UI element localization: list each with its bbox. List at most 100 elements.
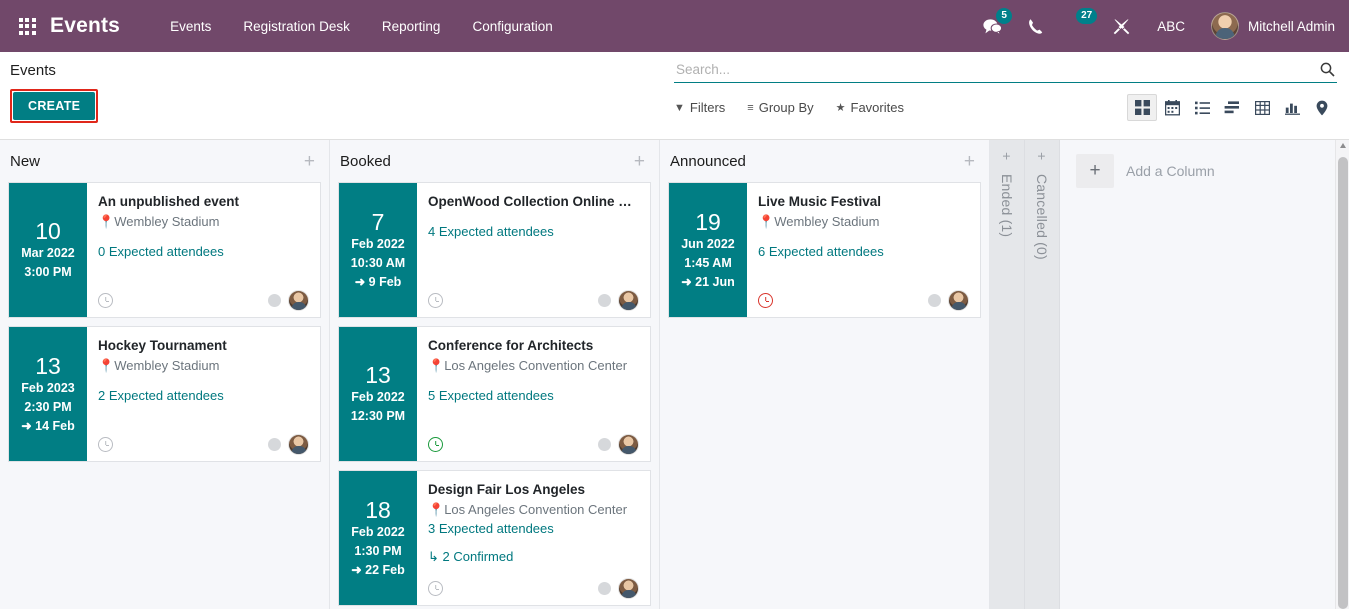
kanban-column-cancelled-folded[interactable]: + Cancelled (0) [1025, 140, 1060, 609]
card-date-panel: 19 Jun 2022 1:45 AM ➜ 21 Jun [669, 183, 747, 317]
card-end-date-label: 22 Feb [365, 562, 405, 577]
card-attendees[interactable]: 3 Expected attendees [428, 520, 639, 538]
card-day: 7 [371, 208, 385, 235]
abc-menu-item[interactable]: ABC [1143, 19, 1199, 34]
location-pin-icon: 📍 [98, 358, 115, 374]
kanban-card[interactable]: 13 Feb 2022 12:30 PM Conference for Arch… [338, 326, 651, 462]
card-month: Feb 2022 [351, 525, 405, 540]
avatar[interactable] [288, 434, 309, 455]
view-calendar-button[interactable] [1157, 94, 1187, 121]
card-attendees[interactable]: 2 Expected attendees [98, 387, 309, 405]
location-pin-icon: 📍 [758, 214, 775, 230]
card-time: 2:30 PM [24, 399, 72, 414]
create-button-highlight: CREATE [10, 89, 99, 123]
filters-dropdown[interactable]: ▼ Filters [674, 100, 725, 115]
activity-clock-icon[interactable] [428, 581, 443, 596]
card-location: 📍Los Angeles Convention Center [428, 356, 639, 376]
favorites-label: Favorites [850, 100, 904, 115]
card-title: Conference for Architects [428, 338, 594, 353]
scroll-up-arrow-icon[interactable] [1340, 143, 1346, 148]
menu-item-reporting[interactable]: Reporting [366, 13, 457, 40]
activity-clock-icon[interactable] [428, 293, 443, 308]
phone-icon[interactable] [1015, 10, 1056, 42]
kanban-card[interactable]: 13 Feb 2023 2:30 PM ➜ 14 Feb Hockey Tour… [8, 326, 321, 462]
view-list-button[interactable] [1187, 94, 1217, 121]
kanban-color-dot[interactable] [598, 294, 611, 307]
card-location: 📍Los Angeles Convention Center [428, 500, 639, 520]
add-card-icon[interactable]: + [1034, 152, 1050, 160]
groupby-dropdown[interactable]: ≡ Group By [747, 100, 813, 115]
activity-clock-icon[interactable] [98, 437, 113, 452]
kanban-column-header: Booked + [330, 140, 659, 182]
search-options: ▼ Filters ≡ Group By ★ Favorites [674, 94, 1337, 121]
kanban-color-dot[interactable] [268, 294, 281, 307]
card-confirmed-label: 2 Confirmed [442, 548, 514, 564]
card-month: Feb 2022 [351, 390, 405, 405]
kanban-color-dot[interactable] [928, 294, 941, 307]
favorites-dropdown[interactable]: ★ Favorites [836, 100, 904, 115]
view-graph-button[interactable] [1277, 94, 1307, 121]
card-location-label: Wembley Stadium [774, 214, 880, 230]
card-location-label: Los Angeles Convention Center [444, 502, 628, 518]
add-card-icon[interactable]: + [964, 152, 975, 171]
vertical-scrollbar[interactable] [1335, 140, 1349, 609]
card-confirmed[interactable]: ↳ 2 Confirmed [428, 548, 639, 566]
kanban-card[interactable]: 10 Mar 2022 3:00 PM An unpublished event… [8, 182, 321, 318]
add-column-label[interactable]: Add a Column [1126, 154, 1215, 188]
view-map-button[interactable] [1307, 94, 1337, 121]
card-day: 10 [35, 218, 61, 245]
kanban-card[interactable]: 18 Feb 2022 1:30 PM ➜ 22 Feb Design Fair… [338, 470, 651, 606]
card-end-date: ➜ 14 Feb [21, 418, 75, 433]
kanban-card[interactable]: 7 Feb 2022 10:30 AM ➜ 9 Feb OpenWood Col… [338, 182, 651, 318]
card-attendees[interactable]: 4 Expected attendees [428, 223, 639, 241]
tools-wrench-icon[interactable] [1100, 10, 1143, 42]
kanban-card[interactable]: 19 Jun 2022 1:45 AM ➜ 21 Jun Live Music … [668, 182, 981, 318]
kanban-column-title: Cancelled (0) [1034, 174, 1050, 261]
filter-funnel-icon: ▼ [674, 101, 685, 114]
apps-grid-icon[interactable] [16, 15, 38, 37]
create-button[interactable]: CREATE [13, 92, 96, 120]
activity-clock-icon[interactable] [428, 437, 443, 452]
scrollbar-thumb[interactable] [1338, 157, 1348, 609]
card-attendees[interactable]: 5 Expected attendees [428, 387, 639, 405]
kanban-column-ended-folded[interactable]: + Ended (1) [990, 140, 1025, 609]
groupby-lines-icon: ≡ [747, 101, 754, 114]
menu-item-registration-desk[interactable]: Registration Desk [227, 13, 366, 40]
view-pivot-button[interactable] [1247, 94, 1277, 121]
kanban-color-dot[interactable] [598, 582, 611, 595]
card-title: OpenWood Collection Online Re… [428, 194, 639, 209]
activities-clock-icon[interactable]: 27 [1056, 8, 1100, 42]
search-icon[interactable] [1314, 62, 1335, 77]
search-input[interactable] [676, 62, 1314, 77]
kanban-color-dot[interactable] [598, 438, 611, 451]
card-end-date: ➜ 22 Feb [351, 562, 405, 577]
avatar[interactable] [618, 290, 639, 311]
view-gantt-button[interactable] [1217, 94, 1247, 121]
app-brand-title[interactable]: Events [50, 14, 120, 38]
avatar[interactable] [948, 290, 969, 311]
activity-clock-icon[interactable] [98, 293, 113, 308]
menu-item-configuration[interactable]: Configuration [456, 13, 568, 40]
add-column-button[interactable]: + [1076, 154, 1114, 188]
user-menu[interactable]: Mitchell Admin [1199, 12, 1335, 40]
add-card-icon[interactable]: + [304, 152, 315, 171]
messages-icon[interactable]: 5 [970, 8, 1015, 42]
activity-clock-icon[interactable] [758, 293, 773, 308]
card-end-date: ➜ 9 Feb [354, 274, 402, 289]
card-attendees[interactable]: 0 Expected attendees [98, 243, 309, 261]
card-day: 19 [695, 208, 721, 235]
kanban-column-new: New + 10 Mar 2022 3:00 PM An unpublished… [0, 140, 330, 609]
add-card-icon[interactable]: + [999, 152, 1015, 160]
breadcrumb[interactable]: Events [10, 62, 666, 79]
menu-item-events[interactable]: Events [154, 13, 227, 40]
view-kanban-button[interactable] [1127, 94, 1157, 121]
card-title: An unpublished event [98, 194, 240, 209]
card-footer [428, 282, 639, 311]
avatar[interactable] [618, 434, 639, 455]
kanban-color-dot[interactable] [268, 438, 281, 451]
add-card-icon[interactable]: + [634, 152, 645, 171]
card-attendees[interactable]: 6 Expected attendees [758, 243, 969, 261]
avatar[interactable] [288, 290, 309, 311]
avatar [1210, 12, 1239, 40]
avatar[interactable] [618, 578, 639, 599]
